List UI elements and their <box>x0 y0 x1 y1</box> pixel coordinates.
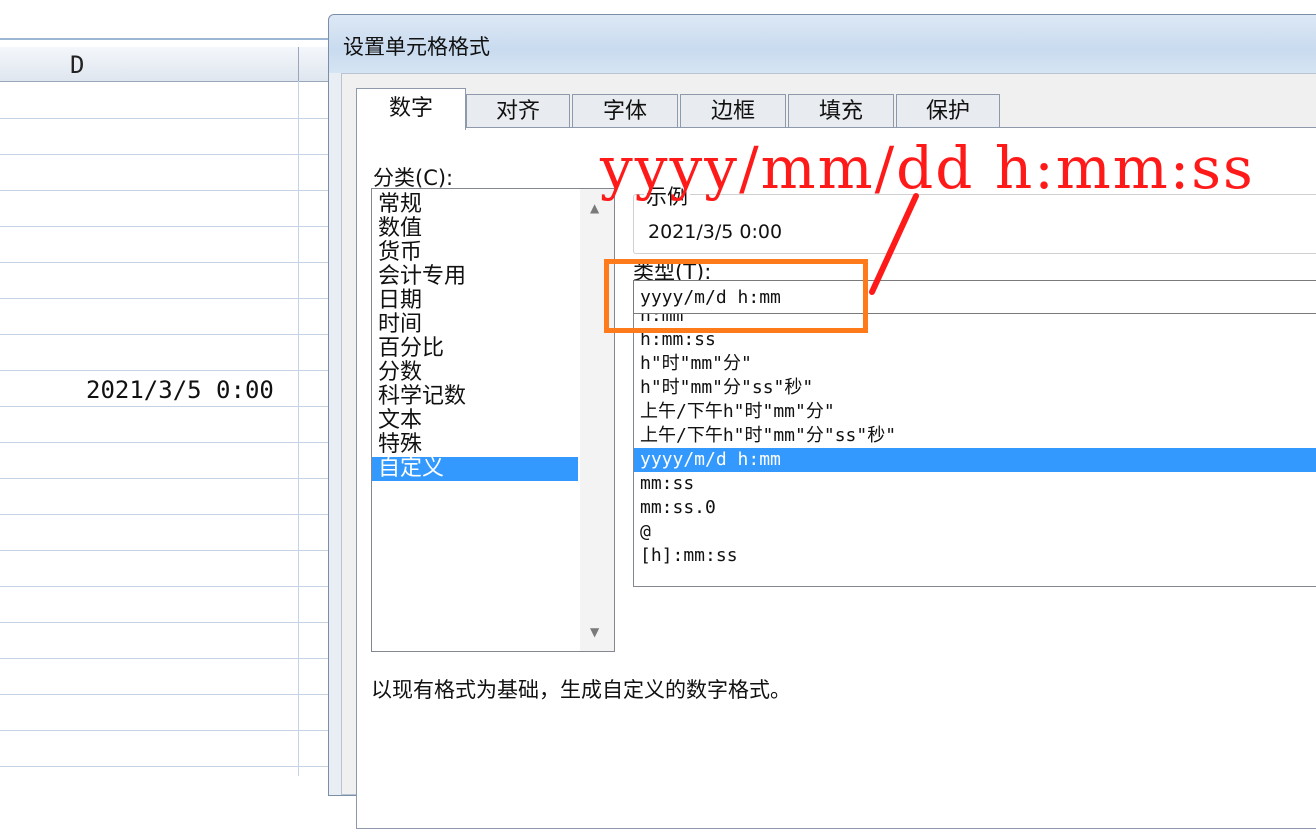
annotation-arrow-stroke <box>869 193 919 295</box>
tab-number[interactable]: 数字 <box>356 88 466 130</box>
